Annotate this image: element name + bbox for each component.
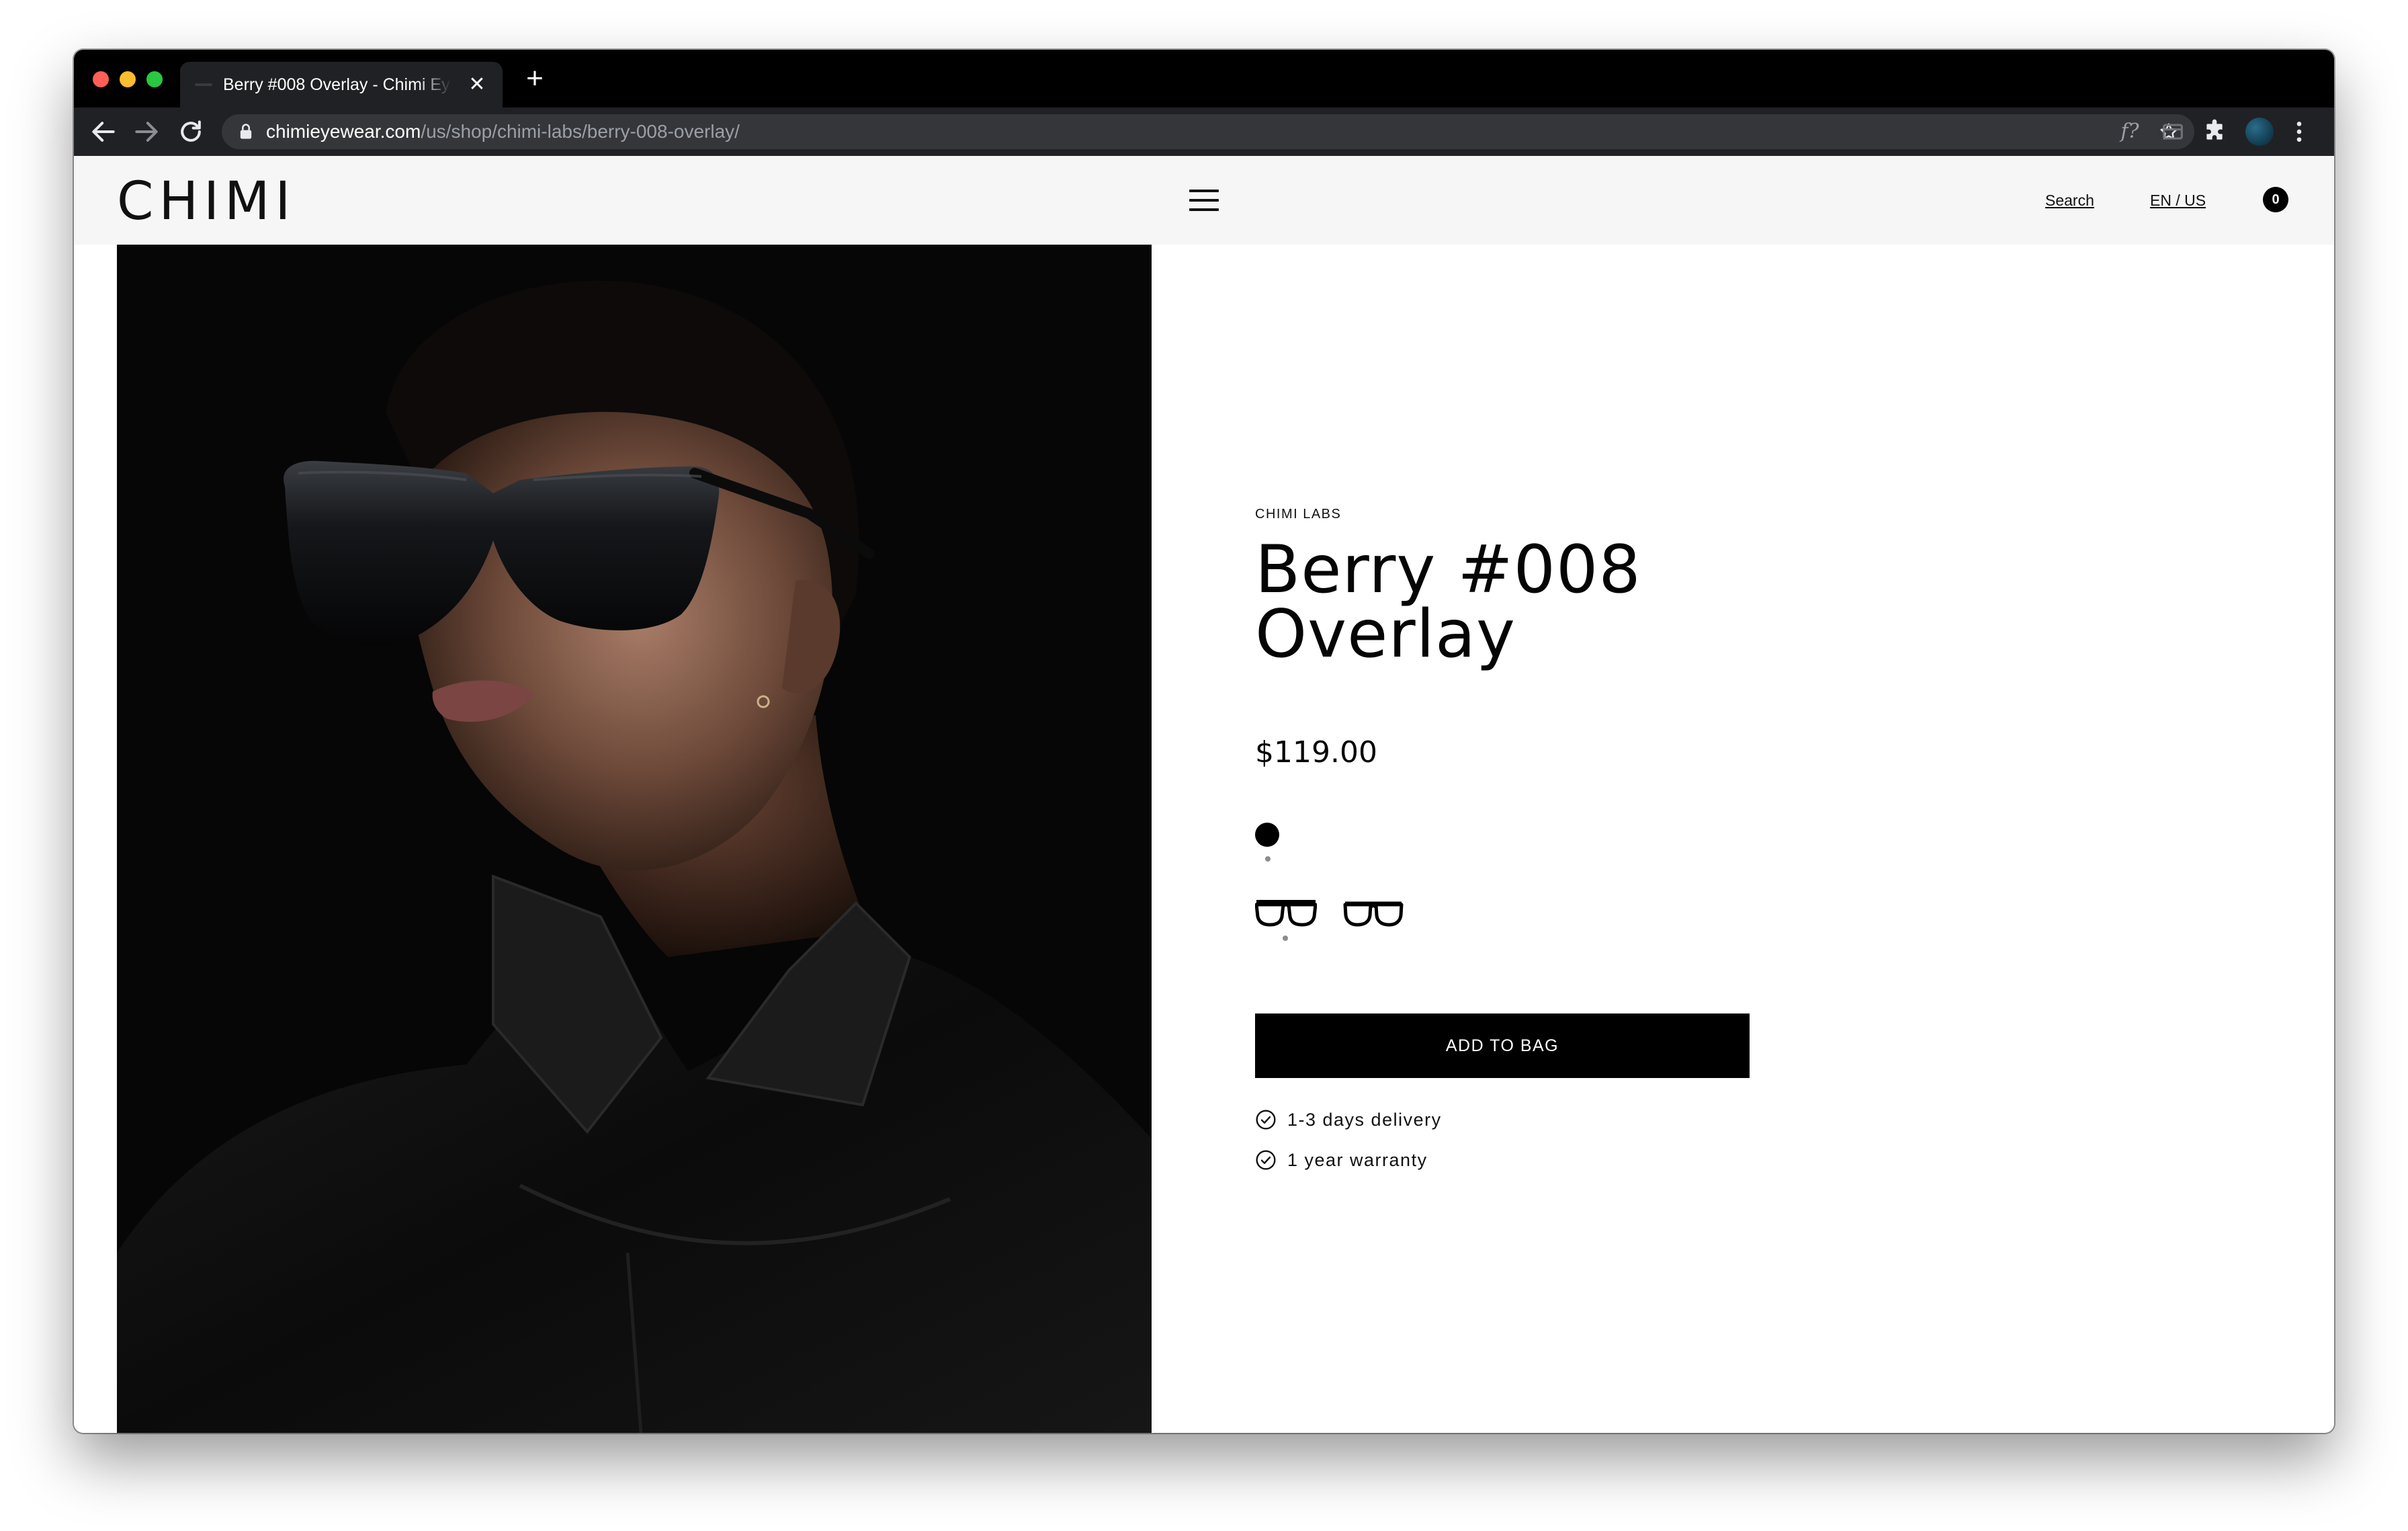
- window-close-button[interactable]: [93, 71, 109, 87]
- check-circle-icon: [1256, 1110, 1276, 1130]
- feature-delivery-text: 1-3 days delivery: [1287, 1109, 1442, 1130]
- product-title-line2: Overlay: [1255, 596, 1516, 673]
- web-page: CHIMI Search EN / US 0 CHIMI LABS Berry …: [74, 156, 2334, 1433]
- feature-delivery: 1-3 days delivery: [1255, 1108, 1442, 1132]
- tab-title: Berry #008 Overlay - Chimi Eyewear: [223, 75, 452, 94]
- back-arrow-icon[interactable]: [89, 117, 118, 147]
- swatch-selected-indicator: [1265, 856, 1271, 862]
- browser-toolbar: chimieyewear.com/us/shop/chimi-labs/berr…: [74, 108, 2334, 156]
- product-price: $119.00: [1255, 735, 1377, 770]
- browser-tab-active[interactable]: Berry #008 Overlay - Chimi Eyewear ✕: [180, 62, 503, 108]
- browser-tab-bar: Berry #008 Overlay - Chimi Eyewear ✕ +: [74, 50, 2334, 108]
- forward-arrow-icon[interactable]: [132, 117, 161, 147]
- address-bar[interactable]: chimieyewear.com/us/shop/chimi-labs/berr…: [222, 114, 2194, 149]
- language-region-link[interactable]: EN / US: [2150, 191, 2206, 210]
- product-hero-image: [117, 245, 1152, 1433]
- extension-card-icon[interactable]: [2159, 118, 2186, 145]
- model-wearing-sunglasses-image: [117, 245, 1152, 1433]
- url-host: chimieyewear.com: [266, 121, 421, 142]
- frame-style-option-1-icon[interactable]: [1255, 898, 1317, 929]
- window-zoom-button[interactable]: [146, 71, 163, 87]
- site-logo[interactable]: CHIMI: [117, 175, 296, 229]
- tab-close-icon[interactable]: ✕: [468, 75, 486, 95]
- add-to-bag-button[interactable]: ADD TO BAG: [1255, 1013, 1750, 1078]
- extensions-puzzle-icon[interactable]: [2201, 118, 2228, 145]
- check-circle-icon: [1256, 1150, 1276, 1170]
- browser-menu-icon[interactable]: [2286, 118, 2313, 145]
- product-info-panel: CHIMI LABS Berry #008 Overlay $119.00 AD…: [1255, 156, 1860, 1433]
- profile-avatar[interactable]: [2245, 118, 2274, 146]
- cart-count-badge[interactable]: 0: [2263, 187, 2288, 212]
- product-title: Berry #008 Overlay: [1255, 532, 1860, 673]
- frame-style-option-2-icon[interactable]: [1342, 898, 1404, 929]
- tab-favicon-icon: [195, 83, 212, 86]
- feature-warranty-text: 1 year warranty: [1287, 1149, 1428, 1170]
- reload-icon[interactable]: [176, 117, 206, 147]
- browser-window: Berry #008 Overlay - Chimi Eyewear ✕ + c…: [74, 50, 2334, 1433]
- product-title-line1: Berry #008: [1255, 532, 1641, 608]
- new-tab-button[interactable]: +: [520, 64, 550, 94]
- site-header: CHIMI Search EN / US 0: [74, 156, 2334, 245]
- url-text[interactable]: chimieyewear.com/us/shop/chimi-labs/berr…: [266, 114, 740, 149]
- product-brand: CHIMI LABS: [1255, 507, 1342, 522]
- color-swatch-black[interactable]: [1255, 823, 1279, 847]
- url-path: /us/shop/chimi-labs/berry-008-overlay/: [421, 121, 740, 142]
- menu-hamburger-icon[interactable]: [1189, 188, 1219, 212]
- search-link[interactable]: Search: [2045, 191, 2094, 210]
- feature-warranty: 1 year warranty: [1255, 1148, 1428, 1172]
- window-minimize-button[interactable]: [120, 71, 136, 87]
- extension-formula-icon[interactable]: f?: [2116, 118, 2143, 145]
- frame-selected-indicator: [1283, 936, 1288, 941]
- lock-icon[interactable]: [236, 122, 255, 141]
